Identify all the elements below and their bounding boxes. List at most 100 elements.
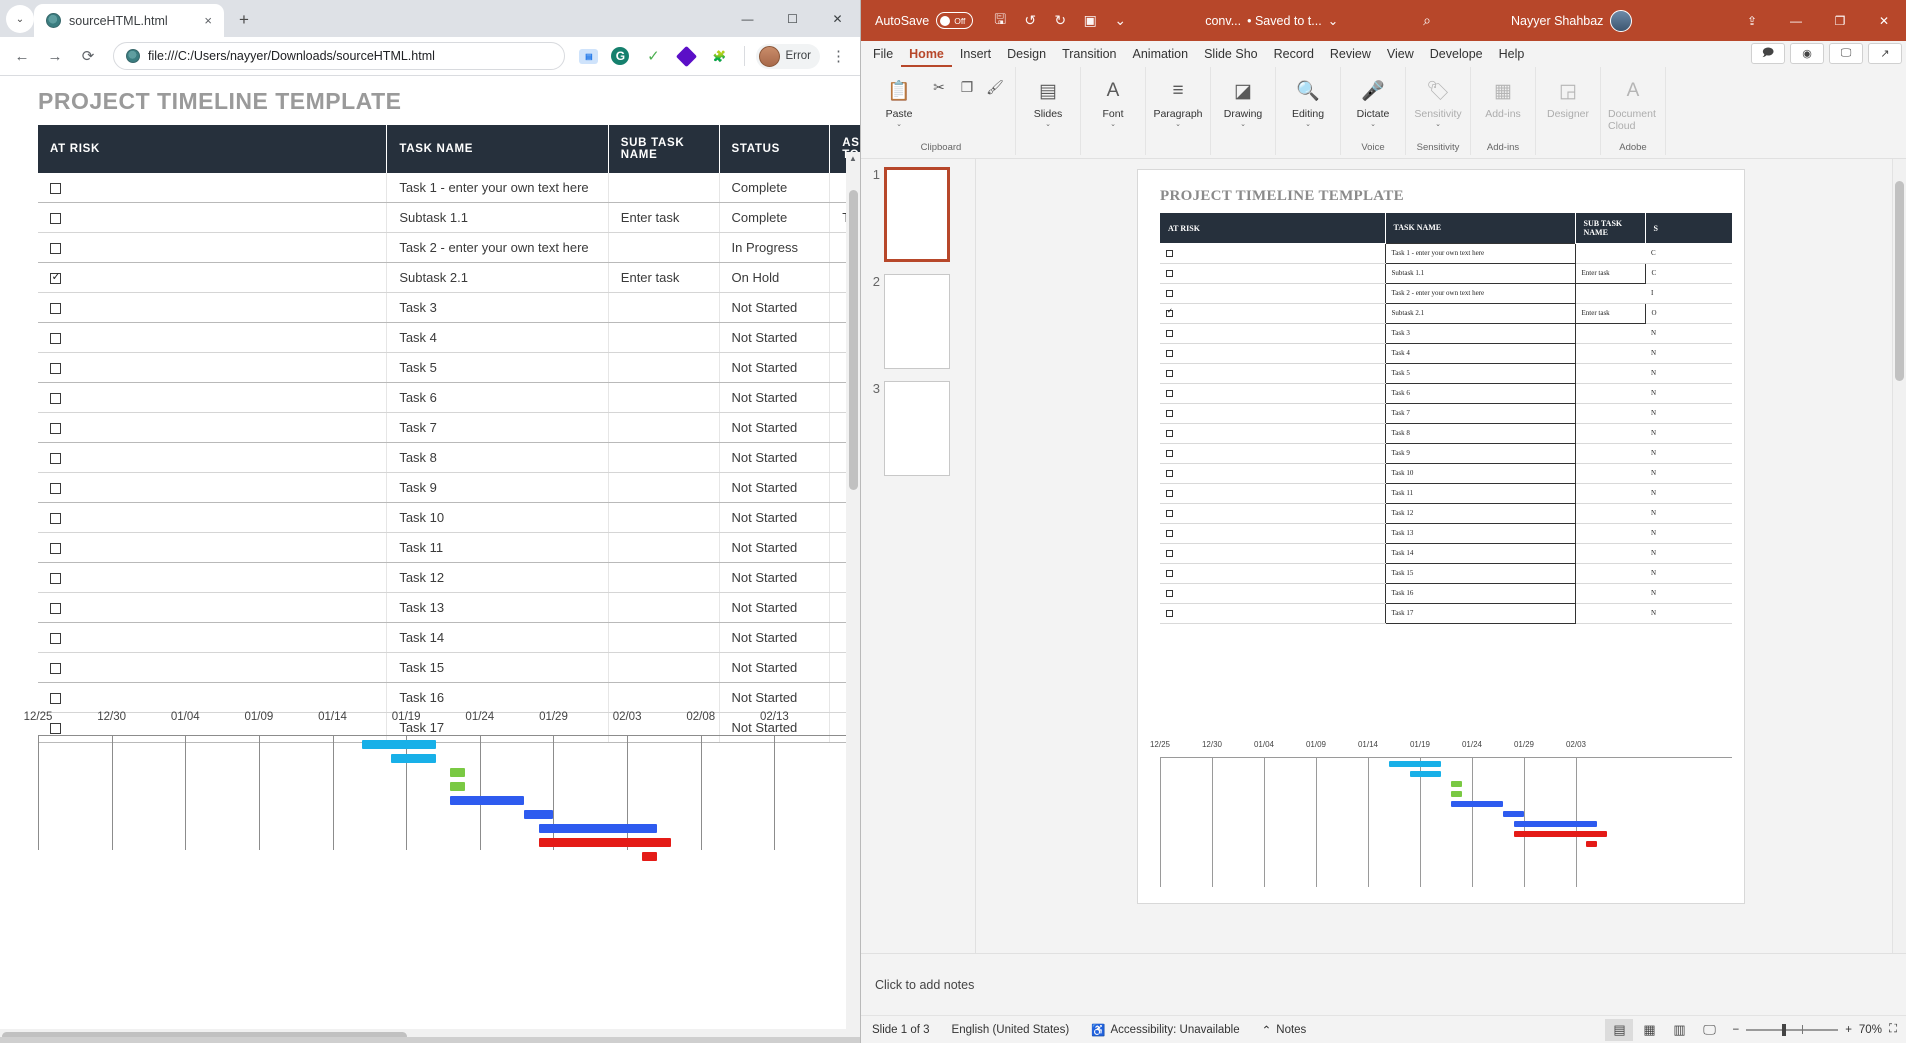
gantt-bar[interactable] — [1451, 801, 1503, 807]
minimize-icon[interactable]: — — [725, 0, 770, 37]
chevron-down-icon[interactable]: ⌄ — [1328, 13, 1338, 28]
slide-table-row[interactable]: Task 6 N — [1160, 383, 1732, 403]
at-risk-checkbox[interactable] — [50, 243, 61, 254]
addins-button[interactable]: ▦ Add-ins — [1478, 72, 1528, 120]
spellcheck-icon[interactable]: ✓ — [642, 45, 664, 67]
column-header-1[interactable]: TASK NAME — [387, 125, 608, 173]
notes-pane[interactable]: Click to add notes — [861, 953, 1906, 1015]
accessibility-status[interactable]: ♿ Accessibility: Unavailable — [1080, 1023, 1250, 1037]
table-row[interactable]: Task 10 Not Started 02/09 — [38, 503, 860, 533]
zoom-slider[interactable] — [1746, 1029, 1838, 1031]
paragraph-button[interactable]: ≡ Paragraph ⌄ — [1153, 72, 1203, 128]
zoom-slider-handle[interactable] — [1782, 1024, 1786, 1036]
slide-thumbnail[interactable] — [884, 274, 950, 369]
chevron-down-icon[interactable]: ⌄ — [1240, 122, 1246, 128]
slide-table-row[interactable]: Subtask 2.1 Enter task O — [1160, 303, 1732, 323]
undo-icon[interactable]: ↺ — [1015, 7, 1045, 35]
at-risk-checkbox[interactable] — [1166, 370, 1173, 377]
browser-tab[interactable]: sourceHTML.html × — [34, 4, 224, 37]
at-risk-checkbox[interactable] — [1166, 310, 1173, 317]
at-risk-checkbox[interactable] — [50, 573, 61, 584]
at-risk-checkbox[interactable] — [1166, 410, 1173, 417]
at-risk-checkbox[interactable] — [1166, 290, 1173, 297]
table-row[interactable]: Task 16 Not Started 02/15 — [38, 683, 860, 713]
gantt-bar[interactable] — [1586, 841, 1596, 847]
chevron-down-icon[interactable]: ⌄ — [1435, 122, 1441, 128]
slide-table-row[interactable]: Task 16 N — [1160, 583, 1732, 603]
at-risk-checkbox[interactable] — [1166, 330, 1173, 337]
slide-vertical-scrollbar[interactable] — [1892, 159, 1906, 953]
notes-toggle[interactable]: ⌃ Notes — [1251, 1023, 1318, 1037]
document-name-area[interactable]: conv... • Saved to t... ⌄ — [1205, 13, 1338, 28]
slide-thumbnail-row[interactable]: 1 — [861, 167, 975, 262]
table-row[interactable]: Task 1 - enter your own text here Comple… — [38, 173, 860, 203]
reading-view-button[interactable]: ▥ — [1665, 1019, 1693, 1041]
slide-table-row[interactable]: Subtask 1.1 Enter task C — [1160, 263, 1732, 283]
tab-insert[interactable]: Insert — [952, 41, 999, 67]
chevron-down-icon[interactable]: ⌄ — [1110, 122, 1116, 128]
language-indicator[interactable]: English (United States) — [941, 1024, 1081, 1036]
at-risk-cell[interactable] — [38, 203, 387, 233]
comments-button[interactable]: 🗩 — [1751, 43, 1785, 64]
chevron-down-icon[interactable]: ⌄ — [1305, 122, 1311, 128]
at-risk-cell[interactable] — [38, 563, 387, 593]
at-risk-checkbox[interactable] — [1166, 470, 1173, 477]
current-slide[interactable]: PROJECT TIMELINE TEMPLATE AT RISKTASK NA… — [1137, 169, 1745, 904]
at-risk-checkbox[interactable] — [1166, 350, 1173, 357]
at-risk-checkbox[interactable] — [50, 303, 61, 314]
table-row[interactable]: Task 2 - enter your own text here In Pro… — [38, 233, 860, 263]
slide-table-row[interactable]: Task 4 N — [1160, 343, 1732, 363]
column-header-0[interactable]: AT RISK — [38, 125, 387, 173]
share-button[interactable]: ↗ — [1868, 43, 1902, 64]
copy-button[interactable]: ❐ — [954, 72, 980, 100]
slide-thumbnail-row[interactable]: 3 — [861, 381, 975, 476]
drawing-button[interactable]: ◪ Drawing ⌄ — [1218, 72, 1268, 128]
table-row[interactable]: Task 7 Not Started 01/28 — [38, 413, 860, 443]
minimize-icon[interactable]: — — [1774, 0, 1818, 41]
at-risk-cell[interactable] — [38, 443, 387, 473]
at-risk-cell[interactable] — [38, 683, 387, 713]
at-risk-checkbox[interactable] — [50, 183, 61, 194]
gantt-bar[interactable] — [362, 740, 436, 749]
customize-qat-icon[interactable]: ⌄ — [1105, 7, 1135, 35]
close-window-icon[interactable]: ✕ — [815, 0, 860, 37]
back-icon[interactable]: ← — [8, 42, 36, 70]
tab-view[interactable]: View — [1379, 41, 1422, 67]
autosave-toggle[interactable]: Off — [936, 12, 973, 29]
gantt-bar[interactable] — [1514, 831, 1608, 837]
vertical-scroll-thumb[interactable] — [849, 190, 858, 490]
tab-design[interactable]: Design — [999, 41, 1054, 67]
column-header-2[interactable]: SUB TASK NAME — [608, 125, 719, 173]
at-risk-checkbox[interactable] — [1166, 430, 1173, 437]
at-risk-cell[interactable] — [38, 593, 387, 623]
at-risk-checkbox[interactable] — [50, 333, 61, 344]
at-risk-checkbox[interactable] — [50, 423, 61, 434]
chevron-down-icon[interactable]: ⌄ — [896, 122, 902, 128]
designer-button[interactable]: ◲ Designer — [1543, 72, 1593, 120]
at-risk-cell[interactable] — [38, 653, 387, 683]
at-risk-checkbox[interactable] — [1166, 490, 1173, 497]
at-risk-checkbox[interactable] — [50, 603, 61, 614]
slide-table-row[interactable]: Task 3 N — [1160, 323, 1732, 343]
at-risk-checkbox[interactable] — [50, 663, 61, 674]
close-icon[interactable]: ✕ — [1862, 0, 1906, 41]
slide-table-row[interactable]: Task 12 N — [1160, 503, 1732, 523]
slide-thumbnail[interactable] — [884, 167, 950, 262]
sensitivity-button[interactable]: 🏷 Sensitivity ⌄ — [1413, 72, 1463, 128]
slide-sorter-button[interactable]: ▦ — [1635, 1019, 1663, 1041]
tab-record[interactable]: Record — [1266, 41, 1322, 67]
cut-button[interactable]: ✂ — [926, 72, 952, 100]
at-risk-checkbox[interactable] — [50, 363, 61, 374]
slide-table-row[interactable]: Task 2 - enter your own text here I — [1160, 283, 1732, 303]
table-row[interactable]: Task 9 Not Started 02/07 — [38, 473, 860, 503]
at-risk-checkbox[interactable] — [1166, 530, 1173, 537]
editing-button[interactable]: 🔍 Editing ⌄ — [1283, 72, 1333, 128]
slide-table-row[interactable]: Task 14 N — [1160, 543, 1732, 563]
font-button[interactable]: A Font ⌄ — [1088, 72, 1138, 128]
table-row[interactable]: Subtask 2.1 Enter task On Hold 01/22 — [38, 263, 860, 293]
fit-slide-icon[interactable]: ⛶ — [1889, 1023, 1897, 1036]
at-risk-checkbox[interactable] — [1166, 270, 1173, 277]
at-risk-checkbox[interactable] — [1166, 450, 1173, 457]
at-risk-checkbox[interactable] — [1166, 610, 1173, 617]
forward-icon[interactable]: → — [41, 42, 69, 70]
